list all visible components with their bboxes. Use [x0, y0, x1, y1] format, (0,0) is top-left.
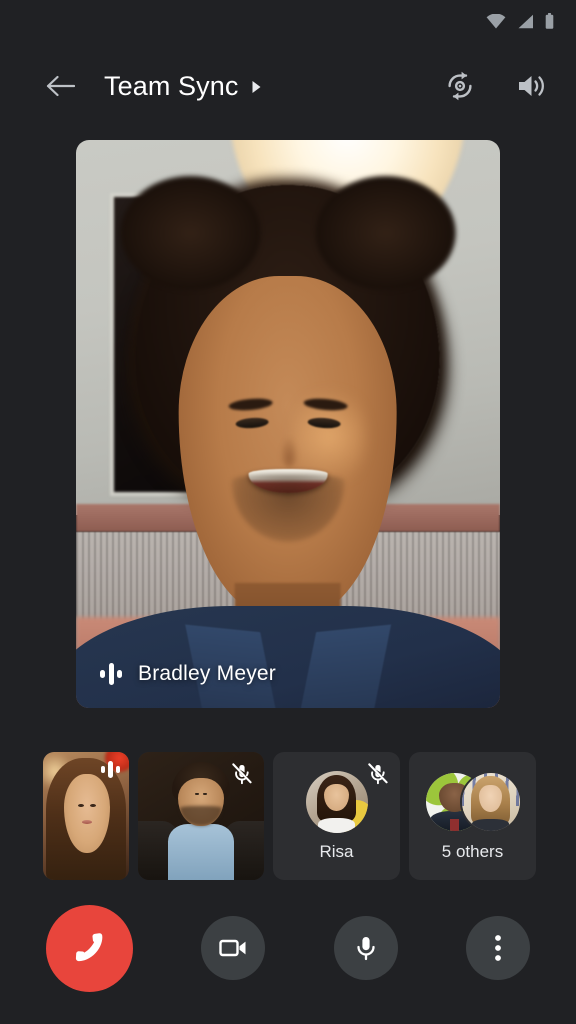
- participants-strip: Risa 5 others: [0, 732, 576, 882]
- participant-thumbnail-3[interactable]: Risa: [273, 752, 400, 880]
- person-face: [178, 276, 398, 618]
- participant-3-mute-badge: [365, 761, 391, 792]
- other-avatar-1-tie: [449, 818, 460, 831]
- call-end-icon: [75, 933, 102, 962]
- microphone-icon: [357, 937, 375, 961]
- video-call-screen: Team Sync Bradley Meyer Risa 5 others: [0, 0, 576, 1024]
- caret-right-icon: [252, 81, 261, 93]
- main-video-stage: Bradley Meyer: [0, 130, 576, 732]
- speaker-button[interactable]: [510, 64, 554, 108]
- avatar: [459, 770, 522, 833]
- participant-4-name: 5 others: [441, 841, 504, 861]
- thumb2-eye-right: [203, 793, 208, 795]
- call-controls: [0, 882, 576, 1024]
- more-options-button[interactable]: [465, 916, 530, 980]
- thumb2-eye-left: [194, 793, 199, 795]
- other-avatar-2-face: [479, 785, 502, 812]
- avatar-group: [423, 770, 522, 833]
- mic-off-icon: [232, 763, 252, 785]
- battery-icon: [545, 13, 554, 29]
- switch-camera-button[interactable]: [438, 64, 482, 108]
- person-brow-left: [228, 397, 274, 412]
- back-button[interactable]: [38, 64, 82, 108]
- participant-1-audio-badge: [100, 761, 120, 778]
- app-bar-actions: [438, 64, 554, 108]
- app-bar: Team Sync: [0, 42, 576, 130]
- thumb2-shirt: [168, 823, 234, 880]
- mic-off-icon: [368, 763, 388, 785]
- person-beard: [231, 473, 345, 543]
- thumb1-eye-left: [77, 803, 84, 808]
- main-speaker-name-overlay: Bradley Meyer: [100, 662, 276, 686]
- speaker-volume-icon: [519, 76, 544, 96]
- participant-thumbnail-1[interactable]: [43, 752, 129, 880]
- main-speaker-person: [76, 185, 500, 708]
- main-speaker-video: [76, 140, 500, 708]
- thumb1-mouth: [82, 819, 93, 824]
- audio-waveform-icon: [100, 761, 120, 778]
- risa-avatar-body: [317, 817, 356, 833]
- camera-button[interactable]: [201, 916, 266, 980]
- participant-thumbnail-4[interactable]: 5 others: [409, 752, 536, 880]
- call-title-button[interactable]: Team Sync: [104, 71, 438, 102]
- cellular-signal-icon: [518, 14, 533, 28]
- camera-flip-icon: [448, 71, 472, 101]
- arrow-left-icon: [46, 75, 75, 97]
- person-eye-left: [235, 416, 269, 430]
- audio-waveform-icon: [100, 663, 122, 685]
- video-camera-icon: [219, 939, 246, 957]
- participant-thumbnail-2[interactable]: [138, 752, 264, 880]
- participant-2-mute-badge: [229, 761, 255, 792]
- participant-3-name: Risa: [319, 841, 354, 861]
- microphone-button[interactable]: [333, 916, 398, 980]
- end-call-button[interactable]: [46, 904, 133, 992]
- main-speaker-name: Bradley Meyer: [138, 662, 276, 685]
- person-nose: [279, 436, 299, 468]
- avatar: [305, 770, 368, 833]
- main-speaker-tile[interactable]: Bradley Meyer: [76, 140, 500, 708]
- status-bar: [0, 0, 576, 42]
- more-vertical-icon: [495, 935, 501, 961]
- thumb1-eye-right: [90, 803, 97, 808]
- person-shirt: [76, 605, 500, 708]
- page-title: Team Sync: [104, 70, 239, 101]
- other-avatar-2-body: [471, 818, 510, 831]
- wifi-icon: [486, 13, 506, 28]
